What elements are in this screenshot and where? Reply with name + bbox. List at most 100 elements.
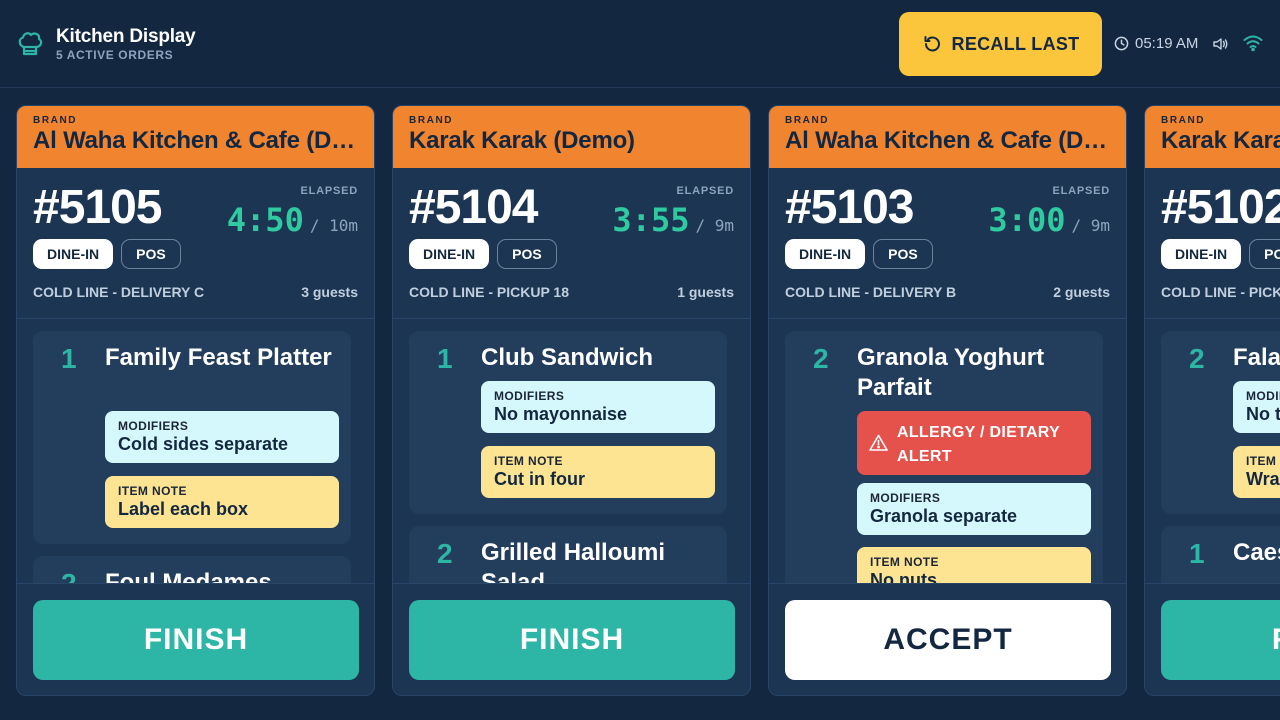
order-source-badge: POS	[1249, 239, 1280, 269]
order-items-list[interactable]: 1 Family Feast Platter MODIFIERS Cold si…	[17, 319, 374, 583]
item-quantity: 2	[1189, 343, 1205, 374]
modifiers-label: MODIFIERS	[494, 389, 565, 403]
order-items-list[interactable]: 1 Club Sandwich MODIFIERS No mayonnaise …	[393, 319, 750, 583]
order-brand-header: BRAND Al Waha Kitchen & Cafe (Demo)	[769, 106, 1126, 168]
order-items-list[interactable]: 2 Falafel Wrap MODIFIERS No tahini ITEM …	[1145, 319, 1280, 583]
accept-button[interactable]: ACCEPT	[785, 600, 1111, 680]
elapsed-timer: 3:00 / 9m	[988, 201, 1110, 239]
clock-icon	[1114, 36, 1129, 51]
item-modifiers: MODIFIERS Cold sides separate	[105, 411, 339, 463]
order-items-list[interactable]: 2 Granola Yoghurt Parfait ALLERGY / DIET…	[769, 319, 1126, 583]
modifiers-value: Granola separate	[870, 506, 1018, 526]
item-quantity: 1	[61, 343, 77, 374]
order-location: COLD LINE - PICKUP 18	[409, 284, 569, 300]
elapsed-timer: 3:55 / 9m	[612, 201, 734, 239]
active-orders-count: 5 ACTIVE ORDERS	[56, 48, 174, 62]
modifiers-value: No mayonnaise	[494, 404, 628, 424]
item-note-label: ITEM NOTE	[870, 555, 939, 569]
finish-button[interactable]: FINISH	[409, 600, 735, 680]
allergy-alert: ALLERGY / DIETARY ALERT	[857, 411, 1091, 475]
order-location: COLD LINE - DELIVERY B	[785, 284, 957, 300]
elapsed-timer: 4:50 / 10m	[227, 201, 358, 239]
item-modifiers: MODIFIERS No mayonnaise	[481, 381, 715, 433]
order-item: 2 Foul Medames	[33, 556, 351, 583]
order-number: #5105	[33, 181, 162, 234]
item-quantity: 2	[61, 568, 77, 583]
app-title: Kitchen Display	[56, 26, 196, 47]
item-note: ITEM NOTE Cut in four	[481, 446, 715, 498]
item-name: Grilled Halloumi Salad	[481, 539, 666, 583]
guest-count: 1 guests	[677, 284, 734, 300]
order-item: 2 Grilled Halloumi Salad	[409, 526, 727, 583]
order-number: #5103	[785, 181, 914, 234]
item-note-label: ITEM NOTE	[494, 454, 563, 468]
item-name: Club Sandwich	[481, 344, 654, 371]
order-brand-header: BRAND Al Waha Kitchen & Cafe (Demo)	[17, 106, 374, 168]
elapsed-limit: / 9m	[1071, 216, 1110, 235]
elapsed-label: ELAPSED	[676, 185, 734, 197]
recall-last-label: RECALL LAST	[951, 33, 1080, 54]
brand-name: Al Waha Kitchen & Cafe (Demo)	[785, 127, 1115, 154]
order-source-badge: POS	[497, 239, 557, 269]
order-source-badge: POS	[121, 239, 181, 269]
order-location: COLD LINE - DELIVERY C	[33, 284, 205, 300]
item-note-label: ITEM NOTE	[118, 484, 187, 498]
order-item: 1 Club Sandwich MODIFIERS No mayonnaise …	[409, 331, 727, 514]
item-note: ITEM NOTE No nuts	[857, 547, 1091, 583]
order-item: 2 Granola Yoghurt Parfait ALLERGY / DIET…	[785, 331, 1103, 583]
item-note: ITEM NOTE Label each box	[105, 476, 339, 528]
clock: 05:19 AM	[1114, 35, 1198, 52]
clock-time: 05:19 AM	[1135, 35, 1199, 52]
order-card: BRAND Al Waha Kitchen & Cafe (Demo) #510…	[768, 105, 1127, 696]
warning-icon	[869, 434, 888, 451]
item-name: Foul Medames	[105, 569, 272, 583]
allergy-alert-line1: ALLERGY / DIETARY	[897, 424, 1061, 441]
item-quantity: 1	[437, 343, 453, 374]
item-note-label: ITEM NOTE	[1246, 454, 1280, 468]
order-type-badge: DINE-IN	[1161, 239, 1242, 269]
guest-count: 2 guests	[1053, 284, 1110, 300]
item-note-value: No nuts	[870, 570, 937, 583]
elapsed-limit: / 10m	[309, 216, 358, 235]
brand-label: BRAND	[33, 115, 78, 126]
order-source-badge: POS	[873, 239, 933, 269]
volume-icon[interactable]	[1212, 36, 1228, 52]
order-type-badge: DINE-IN	[33, 239, 114, 269]
top-bar: Kitchen Display 5 ACTIVE ORDERS RECALL L…	[0, 0, 1280, 88]
elapsed-label: ELAPSED	[300, 185, 358, 197]
allergy-alert-line2: ALERT	[897, 448, 952, 465]
brand-name: Al Waha Kitchen & Cafe (Demo)	[33, 127, 363, 154]
card-footer: FINISH	[393, 583, 750, 695]
item-quantity: 1	[1189, 538, 1205, 569]
wifi-icon	[1243, 35, 1263, 52]
item-modifiers: MODIFIERS No tahini	[1233, 381, 1280, 433]
elapsed-label: ELAPSED	[1052, 185, 1110, 197]
order-card: BRAND Karak Karak (Demo) #5104 ELAPSED 3…	[392, 105, 751, 696]
modifiers-label: MODIFIERS	[1246, 389, 1280, 403]
undo-icon	[924, 36, 940, 52]
chef-hat-icon	[18, 32, 43, 56]
recall-last-button[interactable]: RECALL LAST	[899, 12, 1102, 76]
order-card: BRAND Al Waha Kitchen & Cafe (Demo) #510…	[16, 105, 375, 696]
item-modifiers: MODIFIERS Granola separate	[857, 483, 1091, 535]
order-brand-header: BRAND Karak Karak (Demo)	[1145, 106, 1280, 168]
brand-name: Karak Karak (Demo)	[409, 127, 635, 154]
elapsed-time: 3:00	[988, 201, 1066, 239]
order-type-badge: DINE-IN	[409, 239, 490, 269]
order-type-badge: DINE-IN	[785, 239, 866, 269]
modifiers-label: MODIFIERS	[870, 491, 941, 505]
modifiers-label: MODIFIERS	[118, 419, 189, 433]
order-number: #5104	[409, 181, 538, 234]
item-name: Falafel Wrap	[1233, 344, 1280, 371]
order-brand-header: BRAND Karak Karak (Demo)	[393, 106, 750, 168]
order-card: BRAND Karak Karak (Demo) #5102 DINE-IN P…	[1144, 105, 1280, 696]
modifiers-value: No tahini	[1246, 404, 1280, 424]
card-footer: FINISH	[17, 583, 374, 695]
order-item: 2 Falafel Wrap MODIFIERS No tahini ITEM …	[1161, 331, 1280, 514]
guest-count: 3 guests	[301, 284, 358, 300]
brand-label: BRAND	[409, 115, 454, 126]
item-quantity: 2	[437, 538, 453, 569]
finish-button[interactable]: FINISH	[33, 600, 359, 680]
item-note-value: Wrap tightly	[1246, 469, 1280, 489]
finish-button[interactable]: FINISH	[1161, 600, 1280, 680]
